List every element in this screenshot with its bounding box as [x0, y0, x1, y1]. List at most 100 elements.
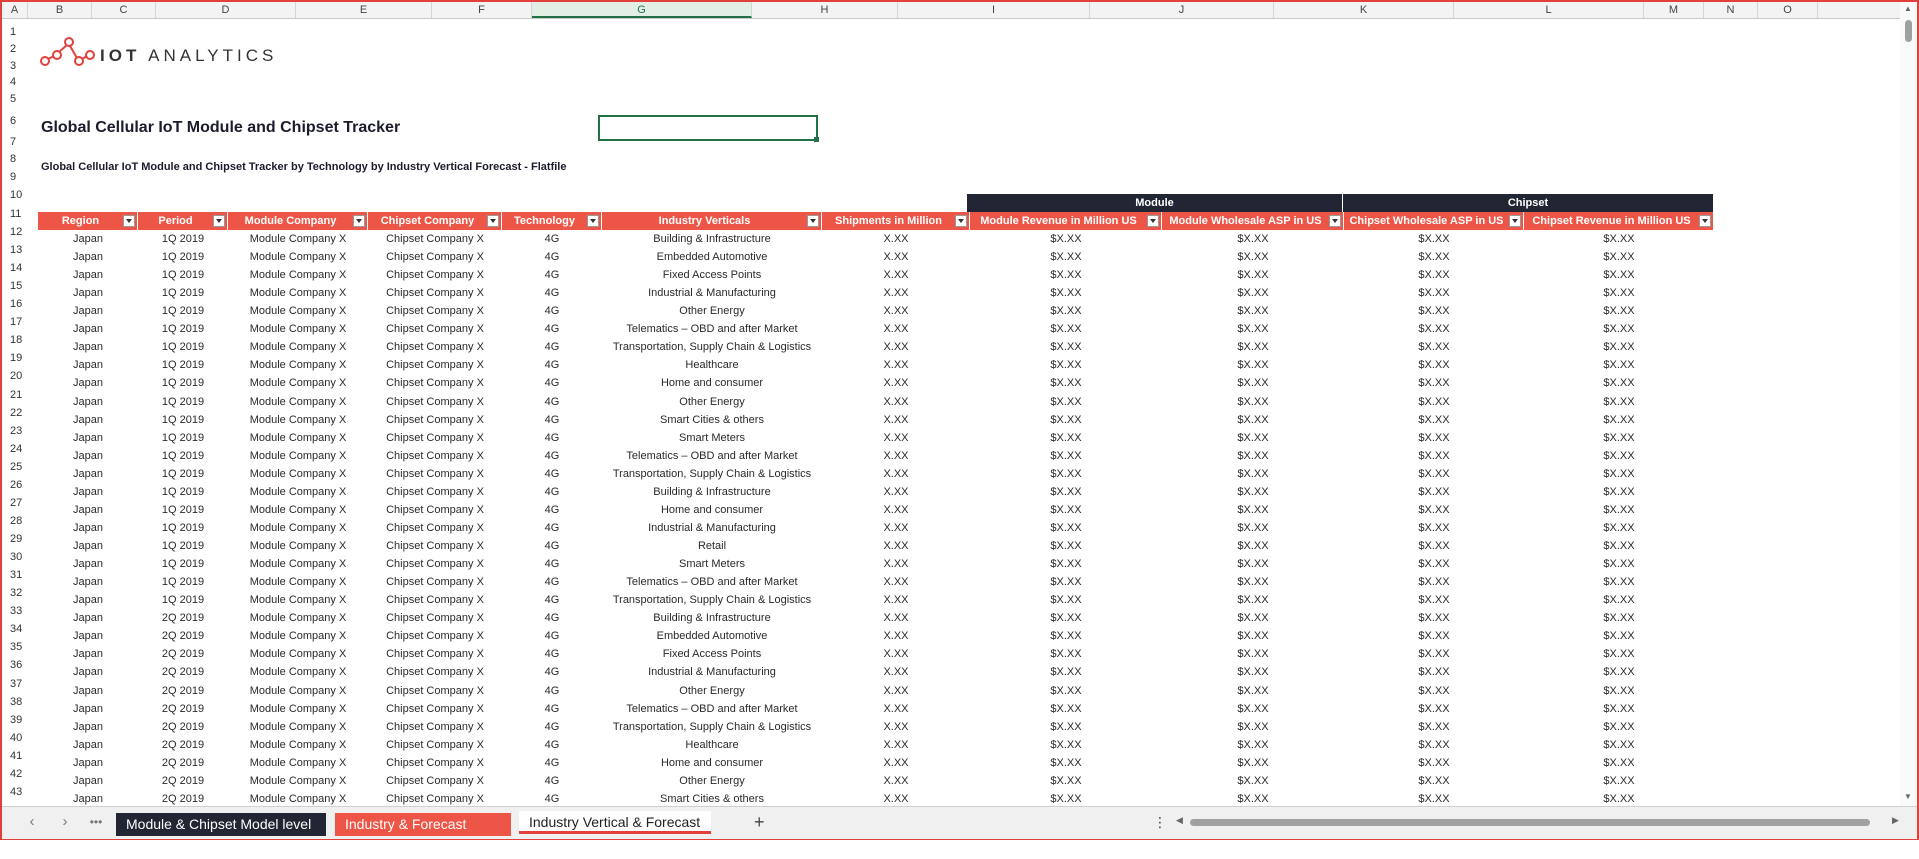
table-cell[interactable]: $X.XX: [1344, 790, 1524, 806]
table-cell[interactable]: 1Q 2019: [138, 393, 228, 411]
table-cell[interactable]: Module Company X: [228, 700, 368, 718]
table-cell[interactable]: 2Q 2019: [138, 700, 228, 718]
table-row[interactable]: Japan 2Q 2019 Module Company X Chipset Comp…: [38, 663, 1714, 681]
table-cell[interactable]: $X.XX: [1162, 682, 1344, 700]
table-cell[interactable]: Chipset Company X: [368, 573, 502, 591]
table-cell[interactable]: 4G: [502, 645, 602, 663]
table-cell[interactable]: Chipset Company X: [368, 483, 502, 501]
table-cell[interactable]: Module Company X: [228, 447, 368, 465]
table-cell[interactable]: $X.XX: [1344, 374, 1524, 392]
table-cell[interactable]: $X.XX: [970, 573, 1162, 591]
row-header-27[interactable]: 27: [2, 494, 28, 512]
table-cell[interactable]: 1Q 2019: [138, 338, 228, 356]
table-cell[interactable]: Chipset Company X: [368, 627, 502, 645]
table-cell[interactable]: X.XX: [822, 447, 970, 465]
table-cell[interactable]: $X.XX: [1344, 266, 1524, 284]
table-cell[interactable]: Module Company X: [228, 519, 368, 537]
table-cell[interactable]: X.XX: [822, 483, 970, 501]
table-cell[interactable]: $X.XX: [1162, 591, 1344, 609]
prev-sheet-icon[interactable]: ‹: [22, 813, 42, 830]
table-cell[interactable]: $X.XX: [1524, 790, 1714, 806]
table-cell[interactable]: Module Company X: [228, 591, 368, 609]
table-cell[interactable]: Home and consumer: [602, 501, 822, 519]
table-cell[interactable]: 1Q 2019: [138, 447, 228, 465]
add-sheet-icon[interactable]: +: [754, 812, 765, 833]
table-cell[interactable]: Module Company X: [228, 302, 368, 320]
table-cell[interactable]: $X.XX: [1524, 754, 1714, 772]
column-header-cell[interactable]: Shipments in Million: [822, 212, 970, 230]
table-cell[interactable]: $X.XX: [1162, 465, 1344, 483]
table-cell[interactable]: $X.XX: [1344, 284, 1524, 302]
table-cell[interactable]: $X.XX: [1524, 393, 1714, 411]
table-cell[interactable]: $X.XX: [1162, 501, 1344, 519]
column-header-h[interactable]: H: [752, 2, 898, 18]
table-cell[interactable]: Module Company X: [228, 248, 368, 266]
options-icon[interactable]: ⋮: [1153, 814, 1167, 831]
table-cell[interactable]: Telematics – OBD and after Market: [602, 320, 822, 338]
table-cell[interactable]: 2Q 2019: [138, 736, 228, 754]
table-cell[interactable]: Module Company X: [228, 555, 368, 573]
table-cell[interactable]: $X.XX: [1524, 266, 1714, 284]
scroll-down-icon[interactable]: ▼: [1904, 792, 1912, 801]
table-cell[interactable]: Module Company X: [228, 411, 368, 429]
row-header-34[interactable]: 34: [2, 620, 28, 638]
row-header-4[interactable]: 4: [2, 73, 28, 91]
row-header-39[interactable]: 39: [2, 711, 28, 729]
table-cell[interactable]: 4G: [502, 555, 602, 573]
table-cell[interactable]: Industrial & Manufacturing: [602, 663, 822, 681]
table-cell[interactable]: X.XX: [822, 754, 970, 772]
row-header-21[interactable]: 21: [2, 386, 28, 404]
table-cell[interactable]: $X.XX: [1344, 230, 1524, 248]
scroll-up-icon[interactable]: ▲: [1904, 4, 1912, 13]
table-cell[interactable]: 1Q 2019: [138, 519, 228, 537]
table-cell[interactable]: Module Company X: [228, 483, 368, 501]
table-cell[interactable]: $X.XX: [1344, 302, 1524, 320]
table-cell[interactable]: Module Company X: [228, 338, 368, 356]
table-row[interactable]: Japan 1Q 2019 Module Company X Chipset Comp…: [38, 429, 1714, 447]
table-cell[interactable]: $X.XX: [970, 772, 1162, 790]
table-cell[interactable]: Telematics – OBD and after Market: [602, 573, 822, 591]
column-header-l[interactable]: L: [1454, 2, 1644, 18]
table-cell[interactable]: $X.XX: [970, 519, 1162, 537]
table-cell[interactable]: $X.XX: [1162, 790, 1344, 806]
table-cell[interactable]: 4G: [502, 682, 602, 700]
table-cell[interactable]: X.XX: [822, 356, 970, 374]
table-row[interactable]: Japan 1Q 2019 Module Company X Chipset Comp…: [38, 248, 1714, 266]
table-cell[interactable]: Smart Cities & others: [602, 790, 822, 806]
row-header-2[interactable]: 2: [2, 40, 28, 58]
table-cell[interactable]: 4G: [502, 736, 602, 754]
row-header-38[interactable]: 38: [2, 693, 28, 711]
row-header-15[interactable]: 15: [2, 277, 28, 295]
table-row[interactable]: Japan 1Q 2019 Module Company X Chipset Comp…: [38, 573, 1714, 591]
table-cell[interactable]: $X.XX: [1344, 591, 1524, 609]
table-cell[interactable]: X.XX: [822, 591, 970, 609]
table-cell[interactable]: 2Q 2019: [138, 754, 228, 772]
table-cell[interactable]: 4G: [502, 609, 602, 627]
table-cell[interactable]: $X.XX: [970, 447, 1162, 465]
table-cell[interactable]: 4G: [502, 248, 602, 266]
table-cell[interactable]: Chipset Company X: [368, 338, 502, 356]
table-cell[interactable]: Japan: [38, 447, 138, 465]
table-row[interactable]: Japan 1Q 2019 Module Company X Chipset Comp…: [38, 519, 1714, 537]
table-cell[interactable]: X.XX: [822, 682, 970, 700]
table-cell[interactable]: 4G: [502, 338, 602, 356]
table-cell[interactable]: X.XX: [822, 663, 970, 681]
table-cell[interactable]: $X.XX: [1344, 465, 1524, 483]
row-header-12[interactable]: 12: [2, 223, 28, 241]
table-row[interactable]: Japan 1Q 2019 Module Company X Chipset Comp…: [38, 591, 1714, 609]
table-cell[interactable]: X.XX: [822, 772, 970, 790]
table-cell[interactable]: Module Company X: [228, 356, 368, 374]
table-cell[interactable]: X.XX: [822, 501, 970, 519]
table-cell[interactable]: $X.XX: [1524, 519, 1714, 537]
table-cell[interactable]: Chipset Company X: [368, 411, 502, 429]
column-header-cell[interactable]: Chipset Company: [368, 212, 502, 230]
table-cell[interactable]: 4G: [502, 356, 602, 374]
column-header-cell[interactable]: Chipset Revenue in Million US: [1524, 212, 1714, 230]
column-header-cell[interactable]: Technology: [502, 212, 602, 230]
table-row[interactable]: Japan 1Q 2019 Module Company X Chipset Comp…: [38, 374, 1714, 392]
table-row[interactable]: Japan 2Q 2019 Module Company X Chipset Comp…: [38, 790, 1714, 806]
table-cell[interactable]: Building & Infrastructure: [602, 609, 822, 627]
table-cell[interactable]: $X.XX: [970, 591, 1162, 609]
table-cell[interactable]: $X.XX: [970, 356, 1162, 374]
table-cell[interactable]: 2Q 2019: [138, 663, 228, 681]
